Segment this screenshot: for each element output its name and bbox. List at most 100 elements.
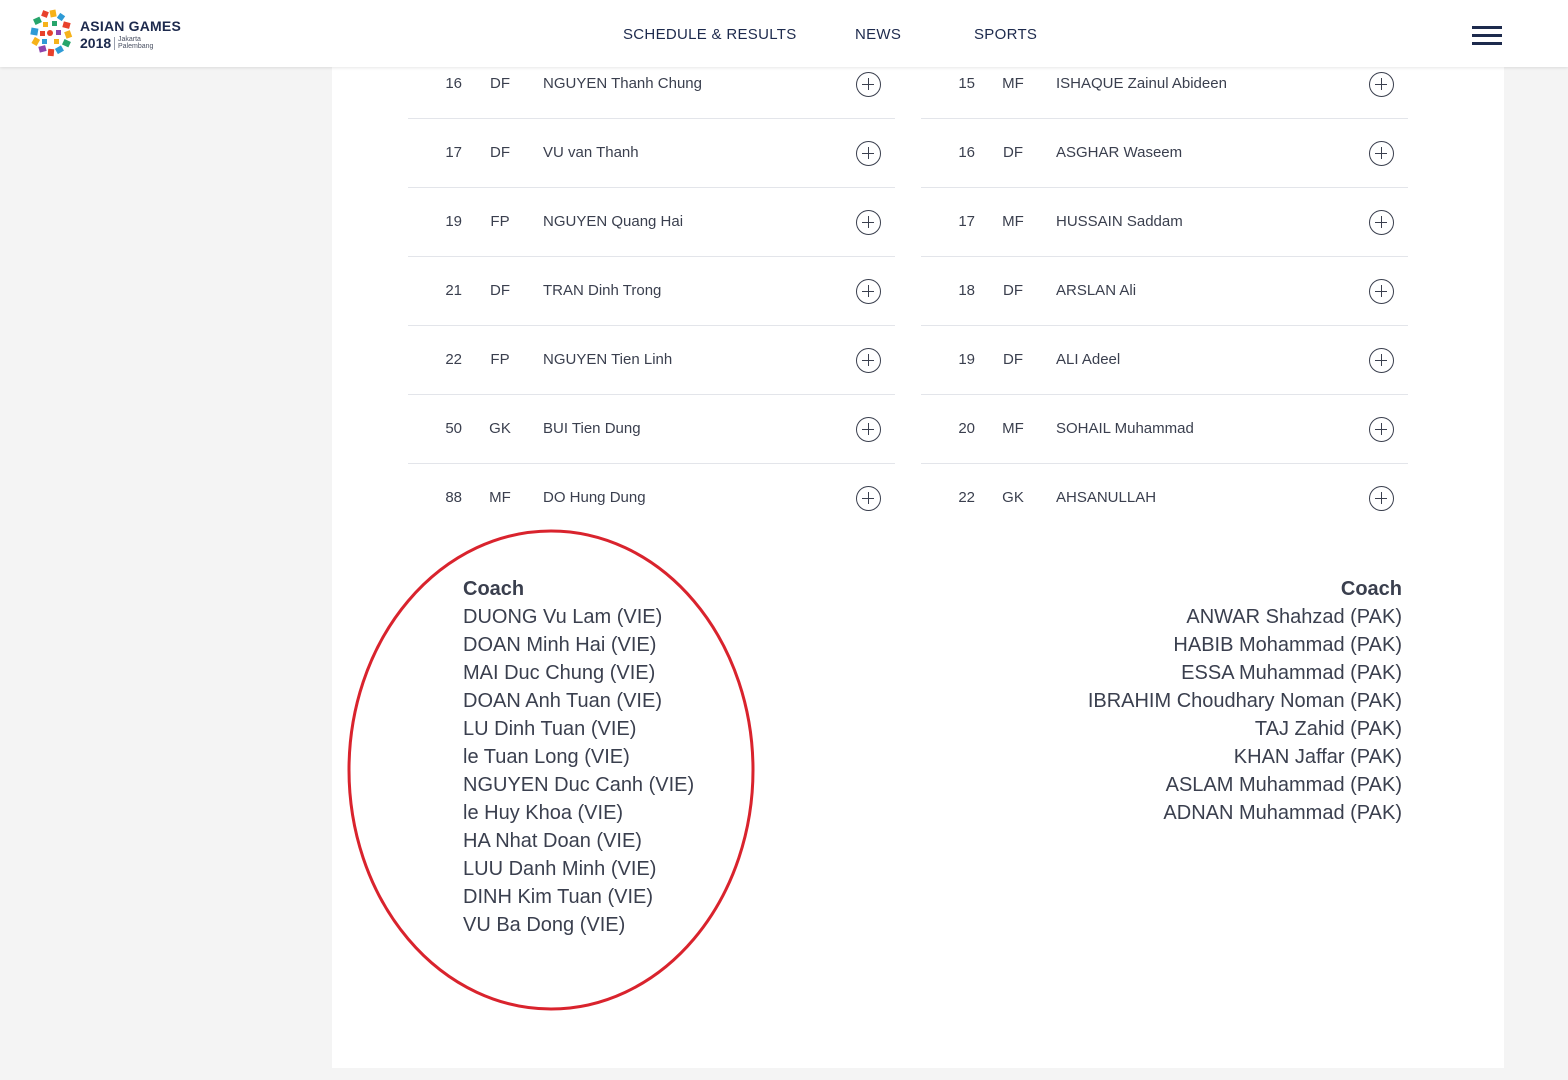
player-number: 17 xyxy=(445,144,462,161)
expand-plus-icon[interactable] xyxy=(1369,486,1394,511)
table-row: 88 MF DO Hung Dung xyxy=(408,464,895,533)
player-number: 16 xyxy=(958,144,975,161)
coach-name: HABIB Mohammad (PAK) xyxy=(1173,634,1402,656)
coach-name: HA Nhat Doan (VIE) xyxy=(463,830,642,852)
coach-heading: Coach xyxy=(463,578,525,600)
coach-name: NGUYEN Duc Canh (VIE) xyxy=(463,774,695,796)
coach-list-right: Coach ANWAR Shahzad (PAK) HABIB Mohammad… xyxy=(1088,575,1402,827)
expand-plus-icon[interactable] xyxy=(856,72,881,97)
expand-plus-icon[interactable] xyxy=(1369,141,1394,166)
player-position: DF xyxy=(1003,144,1023,161)
player-position: MF xyxy=(489,489,511,506)
table-row: 22 FP NGUYEN Tien Linh xyxy=(408,326,895,395)
coach-name: DOAN Minh Hai (VIE) xyxy=(463,634,657,656)
expand-plus-icon[interactable] xyxy=(1369,348,1394,373)
table-row: 20 MF SOHAIL Muhammad xyxy=(921,395,1408,464)
expand-plus-icon[interactable] xyxy=(856,348,881,373)
table-row: 19 DF ALI Adeel xyxy=(921,326,1408,395)
expand-plus-icon[interactable] xyxy=(856,417,881,442)
coach-name: le Tuan Long (VIE) xyxy=(463,746,630,768)
player-position: FP xyxy=(490,213,510,230)
player-name[interactable]: BUI Tien Dung xyxy=(543,420,641,437)
coach-name: le Huy Khoa (VIE) xyxy=(463,802,624,824)
table-row: 19 FP NGUYEN Quang Hai xyxy=(408,188,895,257)
coach-name: VU Ba Dong (VIE) xyxy=(463,914,626,936)
player-number: 22 xyxy=(958,489,975,506)
coach-name: KHAN Jaffar (PAK) xyxy=(1233,746,1402,768)
table-row: 22 GK AHSANULLAH xyxy=(921,464,1408,533)
site-header: ASIAN GAMES 2018 Jakarta Palembang SCHED… xyxy=(0,0,1568,67)
player-number: 88 xyxy=(445,489,462,506)
player-number: 16 xyxy=(445,75,462,92)
coach-name: TAJ Zahid (PAK) xyxy=(1254,718,1402,740)
coach-name: DOAN Anh Tuan (VIE) xyxy=(463,690,662,712)
nav-sports[interactable]: SPORTS xyxy=(974,26,1037,43)
table-row: 16 DF ASGHAR Waseem xyxy=(921,119,1408,188)
expand-plus-icon[interactable] xyxy=(856,486,881,511)
player-number: 22 xyxy=(445,351,462,368)
player-name[interactable]: VU van Thanh xyxy=(543,144,639,161)
expand-plus-icon[interactable] xyxy=(1369,279,1394,304)
hamburger-icon[interactable] xyxy=(1470,23,1504,47)
logo-title: ASIAN GAMES xyxy=(80,18,181,34)
asian-games-emblem-icon xyxy=(30,9,73,57)
player-position: DF xyxy=(490,144,510,161)
expand-plus-icon[interactable] xyxy=(856,141,881,166)
table-row: 17 DF VU van Thanh xyxy=(408,119,895,188)
expand-plus-icon[interactable] xyxy=(856,210,881,235)
table-row: 21 DF TRAN Dinh Trong xyxy=(408,257,895,326)
player-position: DF xyxy=(490,75,510,92)
player-number: 19 xyxy=(958,351,975,368)
table-row: 17 MF HUSSAIN Saddam xyxy=(921,188,1408,257)
player-number: 15 xyxy=(958,75,975,92)
coach-name: ASLAM Muhammad (PAK) xyxy=(1165,774,1402,796)
coach-name: ANWAR Shahzad (PAK) xyxy=(1186,606,1402,628)
coach-list-left: Coach DUONG Vu Lam (VIE) DOAN Minh Hai (… xyxy=(463,575,694,939)
player-number: 19 xyxy=(445,213,462,230)
table-row: 50 GK BUI Tien Dung xyxy=(408,395,895,464)
expand-plus-icon[interactable] xyxy=(1369,72,1394,97)
logo-year: 2018 xyxy=(80,35,112,51)
player-position: GK xyxy=(1002,489,1024,506)
player-number: 50 xyxy=(445,420,462,437)
player-number: 21 xyxy=(445,282,462,299)
coach-name: ESSA Muhammad (PAK) xyxy=(1181,662,1402,684)
nav-schedule-results[interactable]: SCHEDULE & RESULTS xyxy=(623,26,797,43)
player-position: MF xyxy=(1002,213,1024,230)
nav-news[interactable]: NEWS xyxy=(855,26,901,43)
coach-name: LUU Danh Minh (VIE) xyxy=(463,858,657,880)
logo-divider xyxy=(114,37,115,50)
coach-name: DUONG Vu Lam (VIE) xyxy=(463,606,663,628)
player-name[interactable]: DO Hung Dung xyxy=(543,489,646,506)
expand-plus-icon[interactable] xyxy=(1369,417,1394,442)
player-name[interactable]: SOHAIL Muhammad xyxy=(1056,420,1194,437)
player-position: GK xyxy=(489,420,511,437)
player-name[interactable]: AHSANULLAH xyxy=(1056,489,1156,506)
player-name[interactable]: ARSLAN Ali xyxy=(1056,282,1136,299)
expand-plus-icon[interactable] xyxy=(856,279,881,304)
player-position: DF xyxy=(1003,282,1023,299)
player-position: DF xyxy=(490,282,510,299)
player-name[interactable]: NGUYEN Quang Hai xyxy=(543,213,683,230)
player-name[interactable]: TRAN Dinh Trong xyxy=(543,282,661,299)
asian-games-logo[interactable]: ASIAN GAMES 2018 Jakarta Palembang xyxy=(28,9,188,59)
player-name[interactable]: ALI Adeel xyxy=(1056,351,1120,368)
player-name[interactable]: ASGHAR Waseem xyxy=(1056,144,1182,161)
player-position: MF xyxy=(1002,75,1024,92)
player-number: 17 xyxy=(958,213,975,230)
expand-plus-icon[interactable] xyxy=(1369,210,1394,235)
player-name[interactable]: HUSSAIN Saddam xyxy=(1056,213,1183,230)
player-number: 18 xyxy=(958,282,975,299)
player-position: MF xyxy=(1002,420,1024,437)
coach-name: LU Dinh Tuan (VIE) xyxy=(463,718,637,740)
player-position: FP xyxy=(490,351,510,368)
player-name[interactable]: NGUYEN Tien Linh xyxy=(543,351,672,368)
table-row: 18 DF ARSLAN Ali xyxy=(921,257,1408,326)
logo-city-palembang: Palembang xyxy=(118,43,154,50)
coach-name: IBRAHIM Choudhary Noman (PAK) xyxy=(1087,690,1402,712)
coach-name: ADNAN Muhammad (PAK) xyxy=(1163,802,1402,824)
logo-city-jakarta: Jakarta xyxy=(118,36,141,43)
player-name[interactable]: ISHAQUE Zainul Abideen xyxy=(1056,75,1227,92)
coach-heading: Coach xyxy=(1340,578,1402,600)
player-name[interactable]: NGUYEN Thanh Chung xyxy=(543,75,702,92)
